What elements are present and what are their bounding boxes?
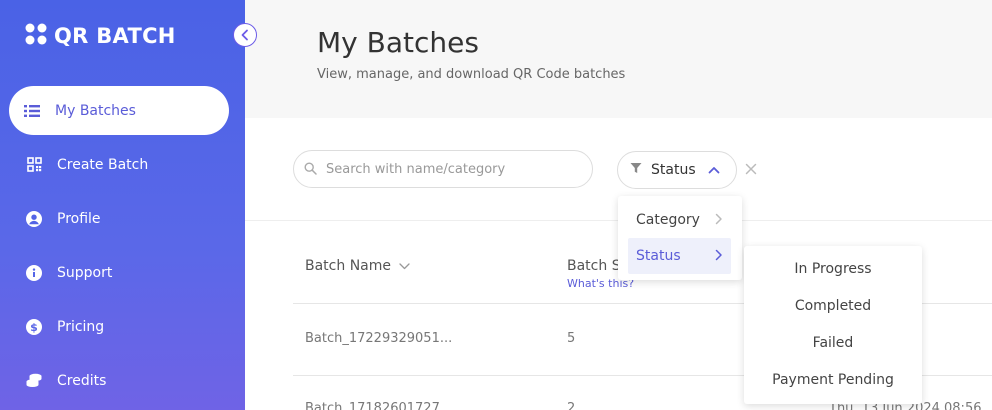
sidebar-item-label: Pricing <box>57 318 105 335</box>
status-options-menu: In Progress Completed Failed Payment Pen… <box>744 246 922 404</box>
table-cell-batch-name[interactable]: Batch_17182601727... <box>305 401 452 410</box>
sidebar-item-label: Credits <box>57 372 107 389</box>
sidebar-item-credits[interactable]: Credits <box>0 356 245 405</box>
sidebar: QR BATCH My Batches Create Batch Profile… <box>0 0 245 410</box>
chevron-right-icon <box>715 249 723 265</box>
list-icon <box>24 103 40 119</box>
chevron-left-icon <box>240 26 250 45</box>
search-input[interactable] <box>326 161 576 177</box>
page-title: My Batches <box>317 26 479 59</box>
user-circle-icon <box>26 210 42 227</box>
sidebar-item-label: Create Batch <box>57 156 149 173</box>
svg-text:$: $ <box>30 321 38 334</box>
sidebar-item-my-batches[interactable]: My Batches <box>9 86 229 135</box>
dollar-icon: $ <box>26 318 42 335</box>
collapse-sidebar-button[interactable] <box>233 23 257 47</box>
table-cell-batch-size: 2 <box>567 401 576 410</box>
table-cell-batch-size: 5 <box>567 331 576 346</box>
menu-item-status[interactable]: Status <box>628 238 731 274</box>
table-cell-batch-name[interactable]: Batch_17229329051... <box>305 331 452 346</box>
menu-item-label: Category <box>636 212 700 228</box>
sidebar-nav: My Batches Create Batch Profile Support … <box>0 86 245 410</box>
qr-code-icon <box>26 157 42 173</box>
chevron-up-icon <box>708 162 720 178</box>
sidebar-item-label: Support <box>57 264 113 281</box>
filter-type-menu: Category Status <box>618 196 742 280</box>
search-icon <box>304 160 317 179</box>
coins-icon <box>26 373 42 389</box>
column-header-batch-name[interactable]: Batch Name <box>305 258 410 274</box>
status-option-completed[interactable]: Completed <box>744 291 922 321</box>
status-filter-label: Status <box>651 162 696 178</box>
logo[interactable]: QR BATCH <box>24 22 176 50</box>
column-header-batch-size[interactable]: Batch S <box>567 258 621 274</box>
status-option-in-progress[interactable]: In Progress <box>744 254 922 284</box>
close-icon <box>745 160 757 179</box>
sidebar-item-pricing[interactable]: $ Pricing <box>0 302 245 351</box>
status-option-failed[interactable]: Failed <box>744 328 922 358</box>
app-name: QR BATCH <box>54 24 176 48</box>
menu-item-category[interactable]: Category <box>628 202 731 238</box>
chevron-right-icon <box>715 213 723 229</box>
search-box[interactable] <box>293 150 593 188</box>
filter-icon <box>630 162 642 178</box>
column-header-label: Batch S <box>567 258 621 274</box>
page-subtitle: View, manage, and download QR Code batch… <box>317 67 626 82</box>
status-option-payment-pending[interactable]: Payment Pending <box>744 365 922 395</box>
column-header-label: Batch Name <box>305 258 391 274</box>
chevron-down-icon <box>399 258 410 274</box>
sidebar-item-create-batch[interactable]: Create Batch <box>0 140 245 189</box>
page-header: My Batches View, manage, and download QR… <box>245 0 992 118</box>
qr-logo-icon <box>24 22 48 50</box>
sidebar-item-support[interactable]: Support <box>0 248 245 297</box>
sidebar-item-profile[interactable]: Profile <box>0 194 245 243</box>
sidebar-item-label: My Batches <box>55 102 136 119</box>
menu-item-label: Status <box>636 248 681 264</box>
sidebar-item-label: Profile <box>57 210 101 227</box>
status-filter-button[interactable]: Status <box>617 151 737 189</box>
clear-filter-button[interactable] <box>743 160 759 178</box>
info-icon <box>26 264 42 281</box>
